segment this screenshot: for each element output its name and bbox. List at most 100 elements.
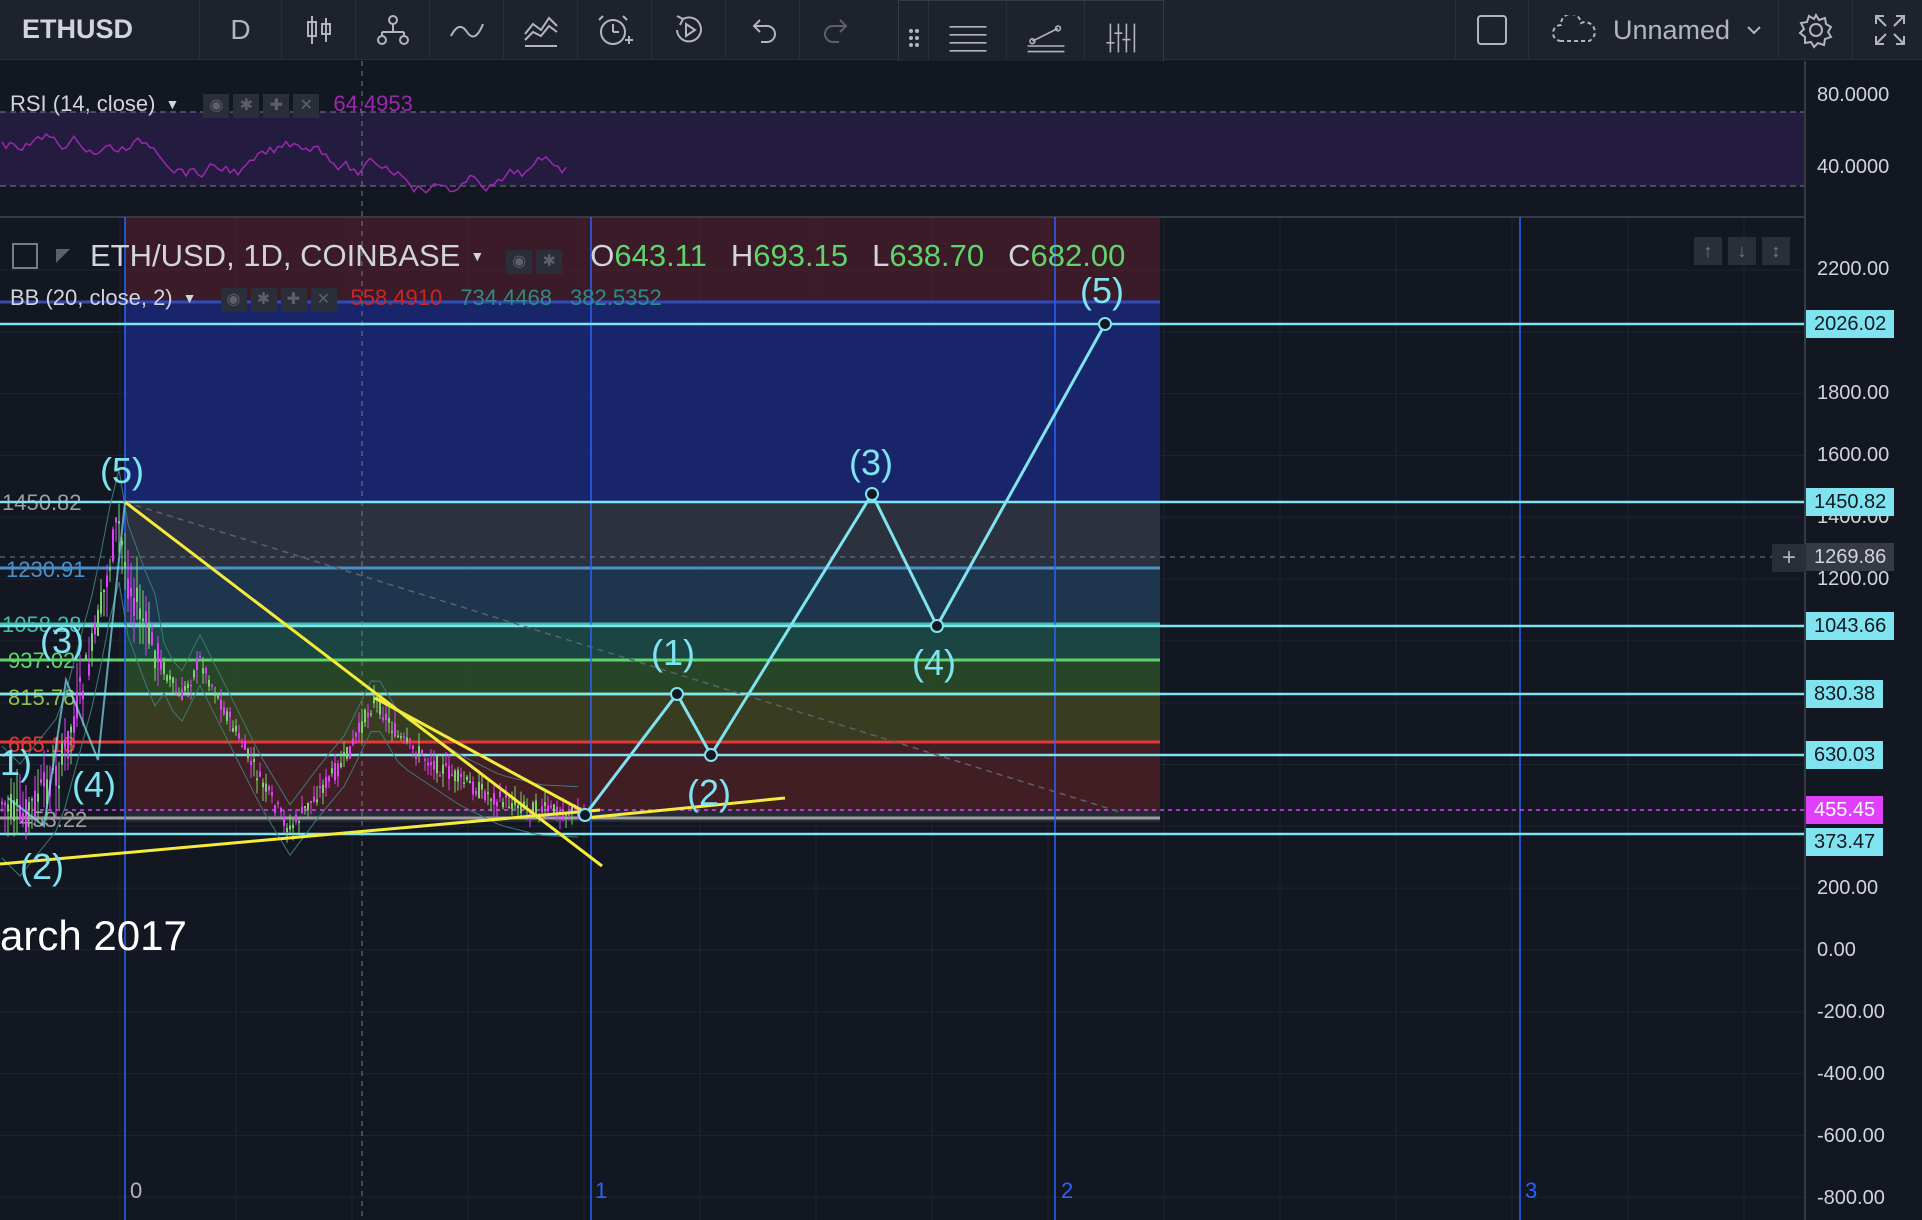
candle-body xyxy=(535,800,537,815)
candle-body xyxy=(229,711,231,718)
candle-body xyxy=(22,813,24,819)
ohlc-close: C682.00 xyxy=(1008,238,1126,273)
price-axis-tag: 630.03 xyxy=(1806,741,1884,769)
wave-label: (3) xyxy=(40,620,84,661)
candle-body xyxy=(94,622,96,635)
candle-body xyxy=(181,689,183,701)
candle-body xyxy=(451,774,453,776)
candle-body xyxy=(457,769,459,782)
collapse-square-icon[interactable] xyxy=(12,243,38,269)
candle-body xyxy=(349,745,351,759)
candle-body xyxy=(10,794,12,818)
candle-body xyxy=(421,750,423,755)
move-down-icon[interactable]: ↓ xyxy=(1728,237,1756,265)
time-zone-label: 0 xyxy=(130,1178,143,1203)
rsi-title[interactable]: RSI (14, close) xyxy=(10,91,156,117)
candle-body xyxy=(397,735,399,738)
eye-icon[interactable]: ◉ xyxy=(203,94,230,118)
flag-icon[interactable] xyxy=(56,249,70,263)
price-axis[interactable] xyxy=(1805,61,1922,1220)
eye-icon[interactable]: ◉ xyxy=(220,288,247,312)
candle-body xyxy=(298,821,300,824)
candle-body xyxy=(505,795,507,798)
close-icon[interactable]: ✕ xyxy=(310,288,337,312)
bb-legend[interactable]: BB (20, close, 2) ▼ ◉ ✱ ✚ ✕ 558.4910 734.44… xyxy=(10,284,662,312)
candle-body xyxy=(412,745,414,749)
ohlc-open: O643.11 xyxy=(590,238,707,273)
collapse-pane-icon[interactable]: ↕ xyxy=(1762,237,1790,265)
series-title[interactable]: ETH/USD, 1D, COINBASE xyxy=(90,238,460,274)
price-axis-tick: -400.00 xyxy=(1817,1063,1885,1085)
candle-body xyxy=(490,798,492,801)
close-icon[interactable]: ✕ xyxy=(293,94,320,118)
candle-body xyxy=(91,633,93,651)
eye-icon[interactable]: ◉ xyxy=(506,250,533,274)
candle-body xyxy=(424,759,426,761)
price-axis-tick: -800.00 xyxy=(1817,1187,1885,1209)
candle-body xyxy=(127,578,129,599)
wave-label: (4) xyxy=(912,642,956,683)
candle-body xyxy=(112,529,114,562)
candle-body xyxy=(295,814,297,822)
candle-body xyxy=(196,659,198,671)
candle-body xyxy=(517,805,519,809)
candle-body xyxy=(34,790,36,817)
plus-icon[interactable]: ✚ xyxy=(280,288,307,312)
gear-icon[interactable]: ✱ xyxy=(250,288,277,312)
candle-body xyxy=(169,675,171,680)
candle-body xyxy=(352,738,354,745)
candle-body xyxy=(70,726,72,733)
main-series-legend[interactable]: ETH/USD, 1D, COINBASE ▼ ◉ ✱ O643.11 H693.… xyxy=(12,238,1125,274)
candle-body xyxy=(235,725,237,732)
candle-body xyxy=(259,771,261,777)
candle-body xyxy=(139,608,141,619)
candle-body xyxy=(466,776,468,780)
rsi-legend[interactable]: RSI (14, close) ▼ ◉ ✱ ✚ ✕ 64.4953 xyxy=(10,90,413,118)
candle-body xyxy=(253,759,255,763)
candle-body xyxy=(442,764,444,774)
pane-controls: ↑ ↓ ↕ xyxy=(1694,237,1790,265)
candle-body xyxy=(409,738,411,741)
candle-body xyxy=(178,693,180,697)
candle-body xyxy=(124,561,126,569)
price-axis-tag: 2026.02 xyxy=(1806,310,1895,338)
candle-body xyxy=(385,713,387,721)
candle-body xyxy=(313,796,315,802)
fib-label: 1230.91 xyxy=(6,557,86,582)
chevron-down-icon[interactable]: ▼ xyxy=(470,248,484,264)
candle-body xyxy=(58,785,60,789)
price-axis-tag: 1450.82 xyxy=(1806,488,1895,516)
wave-point xyxy=(1098,317,1112,331)
chevron-down-icon[interactable]: ▼ xyxy=(183,290,197,306)
time-zone-label: 2 xyxy=(1061,1178,1074,1203)
chevron-down-icon[interactable]: ▼ xyxy=(166,96,180,112)
gear-icon[interactable]: ✱ xyxy=(536,250,563,274)
candle-body xyxy=(568,814,570,817)
candle-body xyxy=(148,623,150,644)
gear-icon[interactable]: ✱ xyxy=(233,94,260,118)
wave-label: (3) xyxy=(849,442,893,483)
candle-body xyxy=(322,784,324,794)
chart-canvas[interactable]: 1450.82 1230.91 1058.28 937.02 815.76 66… xyxy=(0,0,1922,1220)
rsi-axis-tick: 40.0000 xyxy=(1817,156,1890,178)
candle-body xyxy=(100,592,102,614)
move-up-icon[interactable]: ↑ xyxy=(1694,237,1722,265)
candle-body xyxy=(463,782,465,784)
plus-icon[interactable]: ✚ xyxy=(263,94,290,118)
wave-point xyxy=(865,487,879,501)
rsi-axis-tick: 80.0000 xyxy=(1817,84,1890,106)
crosshair-add-button[interactable]: + xyxy=(1772,544,1806,572)
candle-body xyxy=(277,802,279,804)
candle-body xyxy=(319,786,321,788)
wave-point xyxy=(930,619,944,633)
candle-body xyxy=(358,722,360,733)
candle-body xyxy=(283,816,285,826)
candle-body xyxy=(88,663,90,676)
candle-body xyxy=(403,736,405,738)
candle-body xyxy=(208,679,210,687)
candle-body xyxy=(478,781,480,799)
bb-title[interactable]: BB (20, close, 2) xyxy=(10,285,173,311)
candle-body xyxy=(274,805,276,813)
bb-basis: 558.4910 xyxy=(350,285,443,310)
candle-body xyxy=(151,632,153,646)
